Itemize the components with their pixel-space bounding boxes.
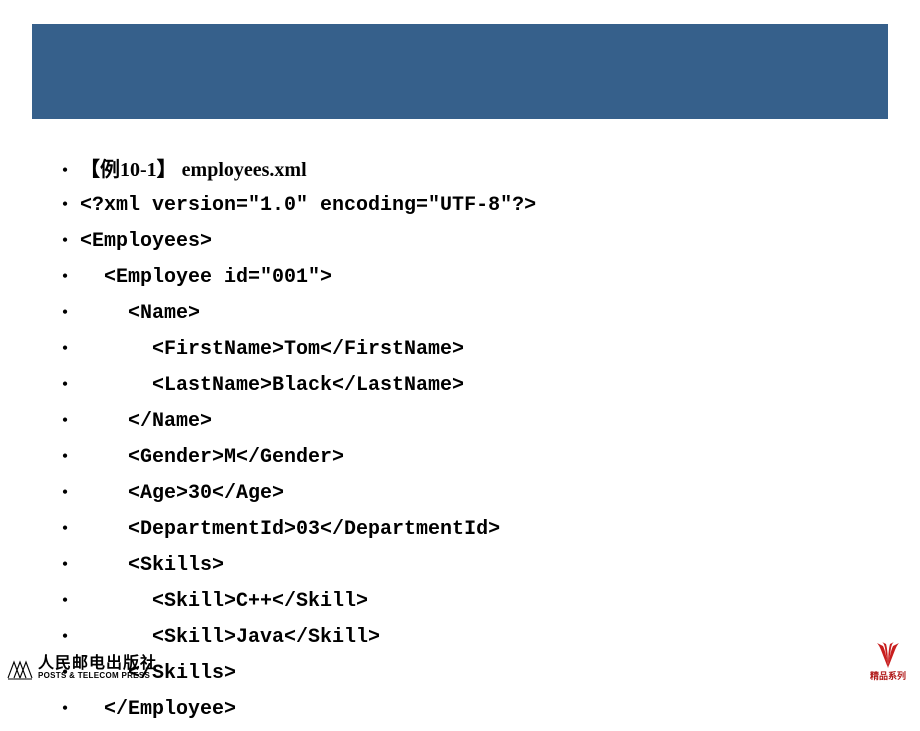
bullet-icon: • [50, 335, 80, 362]
bullet-icon: • [50, 227, 80, 254]
code-row: • </Name> [50, 407, 880, 437]
bullet-icon: • [50, 587, 80, 614]
bullet-icon: • [50, 515, 80, 542]
bullet-icon: • [50, 479, 80, 506]
bullet-icon: • [50, 443, 80, 470]
code-row: • <Skills> [50, 551, 880, 581]
publisher-name-cn: 人民邮电出版社 [38, 656, 157, 672]
code-row: • </Skills> [50, 659, 880, 689]
slide-header-bar [32, 24, 888, 119]
code-row: • <LastName>Black</LastName> [50, 371, 880, 401]
code-text: <Gender>M</Gender> [80, 443, 880, 473]
bullet-icon: • [50, 695, 80, 722]
publisher-text: 人民邮电出版社 POSTS & TELECOM PRESS [38, 656, 157, 680]
bullet-icon: • [50, 551, 80, 578]
code-row: • <Age>30</Age> [50, 479, 880, 509]
series-icon [871, 642, 905, 668]
code-text: </Name> [80, 407, 880, 437]
slide-content: • 【例10-1】 employees.xml •<?xml version="… [50, 155, 880, 731]
code-text: <Skill>C++</Skill> [80, 587, 880, 617]
example-title: 【例10-1】 employees.xml [80, 155, 307, 185]
code-text: <Employee id="001"> [80, 263, 880, 293]
code-row: • <Name> [50, 299, 880, 329]
code-text: <DepartmentId>03</DepartmentId> [80, 515, 880, 545]
code-row: •<Employees> [50, 227, 880, 257]
bullet-icon: • [50, 157, 80, 184]
publisher-logo: 人民邮电出版社 POSTS & TELECOM PRESS [6, 654, 157, 682]
bullet-icon: • [50, 263, 80, 290]
code-row: • <DepartmentId>03</DepartmentId> [50, 515, 880, 545]
series-logo: 精品系列 [870, 642, 906, 682]
series-label: 精品系列 [870, 669, 906, 682]
code-text: </Skills> [80, 659, 880, 689]
bullet-icon: • [50, 191, 80, 218]
code-row: • <Employee id="001"> [50, 263, 880, 293]
bullet-icon: • [50, 299, 80, 326]
code-text: <Age>30</Age> [80, 479, 880, 509]
code-text: <Skills> [80, 551, 880, 581]
code-text: <Name> [80, 299, 880, 329]
code-text: <Employees> [80, 227, 880, 257]
code-row: • <FirstName>Tom</FirstName> [50, 335, 880, 365]
publisher-name-en: POSTS & TELECOM PRESS [38, 672, 157, 680]
code-text: <LastName>Black</LastName> [80, 371, 880, 401]
code-row: • <Skill>C++</Skill> [50, 587, 880, 617]
code-row: • <Skill>Java</Skill> [50, 623, 880, 653]
code-text: <?xml version="1.0" encoding="UTF-8"?> [80, 191, 880, 221]
bullet-icon: • [50, 371, 80, 398]
code-text: <Skill>Java</Skill> [80, 623, 880, 653]
code-row: • </Employee> [50, 695, 880, 725]
code-row: • <Gender>M</Gender> [50, 443, 880, 473]
bullet-icon: • [50, 407, 80, 434]
bullet-icon: • [50, 623, 80, 650]
code-text: </Employee> [80, 695, 880, 725]
publisher-icon [6, 654, 34, 682]
code-text: <FirstName>Tom</FirstName> [80, 335, 880, 365]
code-row: •<?xml version="1.0" encoding="UTF-8"?> [50, 191, 880, 221]
title-row: • 【例10-1】 employees.xml [50, 155, 880, 185]
